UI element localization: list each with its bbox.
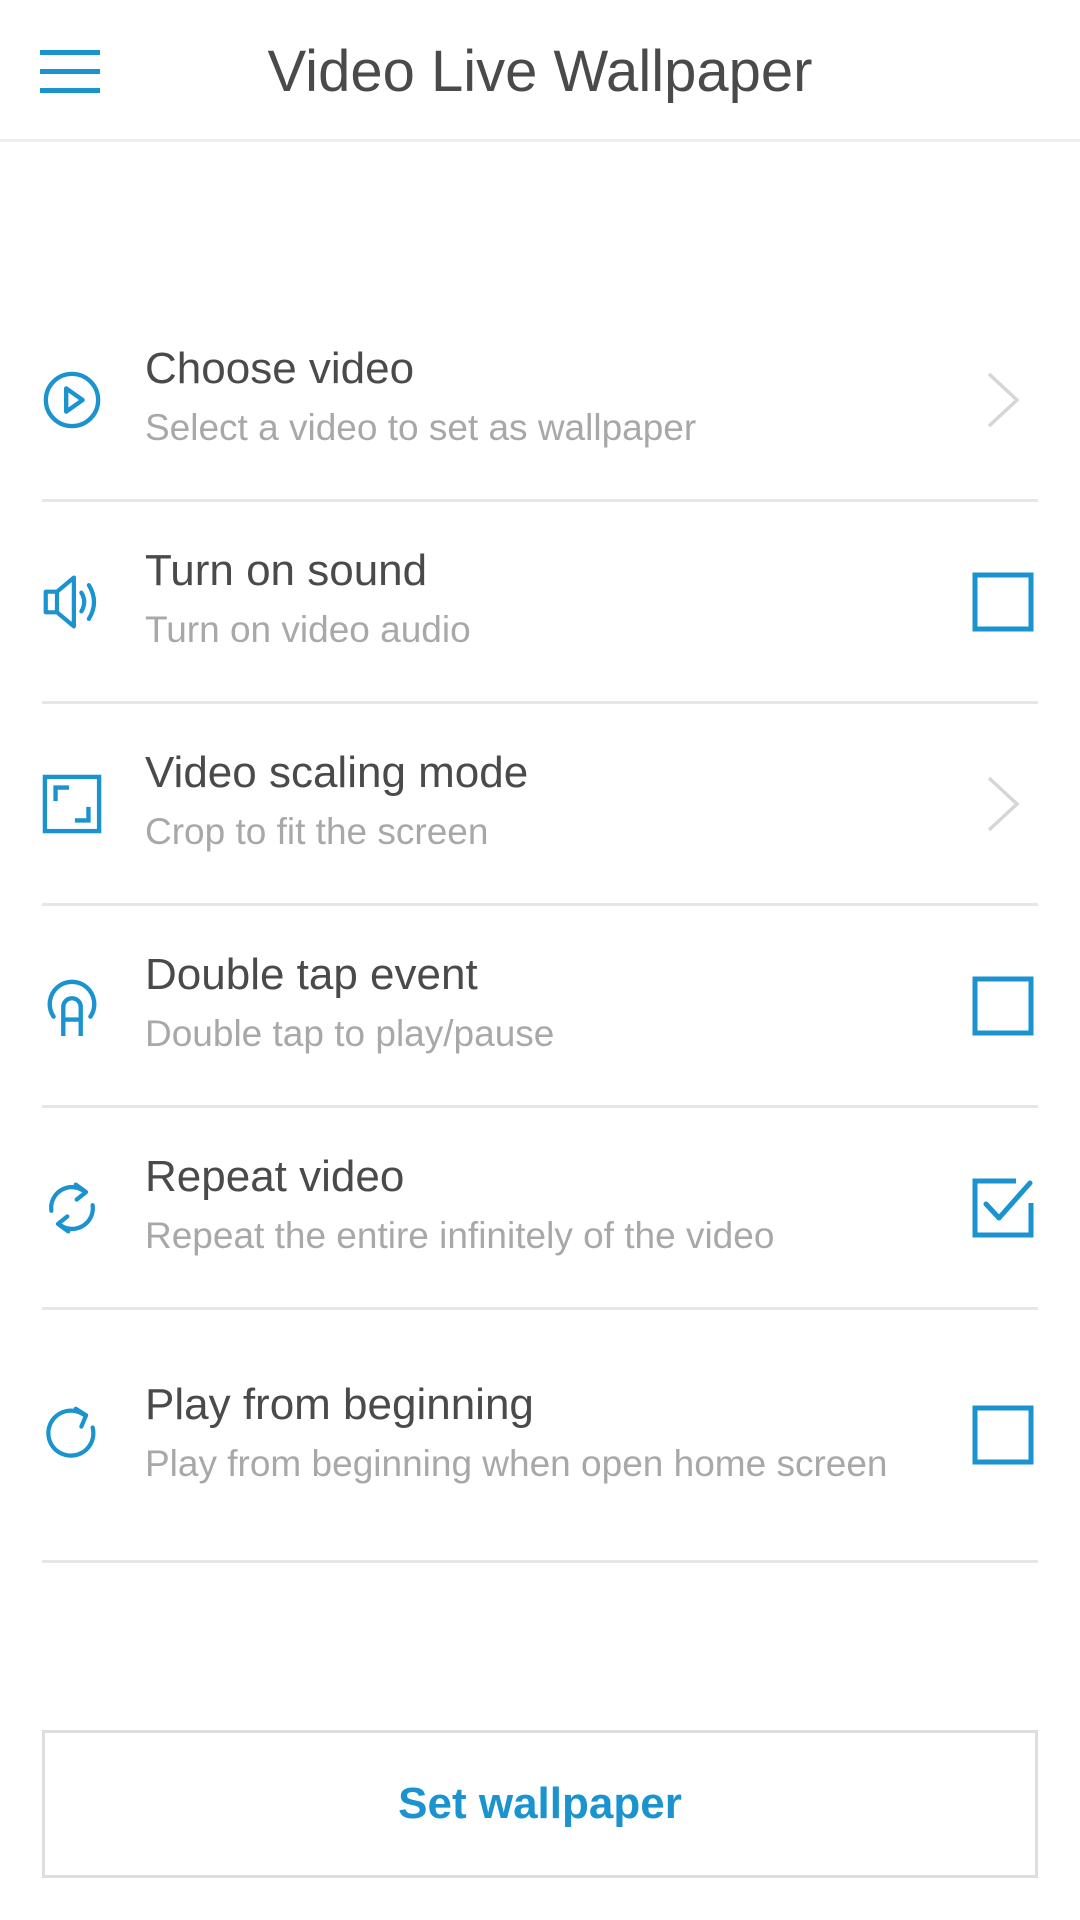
setting-double-tap-event[interactable]: Double tap event Double tap to play/paus…	[42, 906, 1038, 1108]
setting-title: Video scaling mode	[145, 748, 529, 797]
sound-checkbox[interactable]	[968, 502, 1038, 701]
repeat-icon	[42, 1108, 102, 1307]
app-bar: Video Live Wallpaper	[0, 0, 1080, 142]
setting-text: Play from beginning Play from beginning …	[145, 1378, 905, 1488]
setting-subtitle: Crop to fit the screen	[145, 811, 489, 852]
setting-subtitle: Double tap to play/pause	[145, 1013, 555, 1054]
setting-subtitle: Select a video to set as wallpaper	[145, 407, 697, 448]
app-screen: Video Live Wallpaper Choose video Select…	[0, 0, 1080, 1920]
replay-icon	[42, 1310, 102, 1560]
setting-play-from-beginning[interactable]: Play from beginning Play from beginning …	[42, 1310, 1038, 1563]
setting-repeat-video[interactable]: Repeat video Repeat the entire infinitel…	[42, 1108, 1038, 1310]
double-tap-checkbox[interactable]	[968, 906, 1038, 1105]
setting-subtitle: Turn on video audio	[145, 609, 471, 650]
speaker-icon	[42, 502, 102, 701]
setting-subtitle: Repeat the entire infinitely of the vide…	[145, 1215, 775, 1256]
play-from-beginning-checkbox[interactable]	[968, 1310, 1038, 1560]
setting-title: Choose video	[145, 344, 415, 393]
setting-text: Repeat video Repeat the entire infinitel…	[145, 1150, 905, 1260]
setting-video-scaling-mode[interactable]: Video scaling mode Crop to fit the scree…	[42, 704, 1038, 906]
setting-title: Turn on sound	[145, 546, 428, 595]
set-wallpaper-button[interactable]: Set wallpaper	[42, 1730, 1038, 1878]
setting-title: Double tap event	[145, 950, 478, 999]
chevron-right-icon[interactable]	[968, 300, 1038, 499]
setting-choose-video[interactable]: Choose video Select a video to set as wa…	[42, 300, 1038, 502]
repeat-checkbox[interactable]	[968, 1108, 1038, 1307]
chevron-right-icon[interactable]	[968, 704, 1038, 903]
setting-title: Repeat video	[145, 1152, 405, 1201]
settings-list: Choose video Select a video to set as wa…	[42, 300, 1038, 1563]
setting-turn-on-sound[interactable]: Turn on sound Turn on video audio	[42, 502, 1038, 704]
setting-text: Double tap event Double tap to play/paus…	[145, 948, 905, 1058]
double-tap-icon	[42, 906, 102, 1105]
scaling-frame-icon	[42, 704, 102, 903]
setting-subtitle: Play from beginning when open home scree…	[145, 1443, 888, 1484]
page-title: Video Live Wallpaper	[267, 39, 813, 104]
setting-text: Turn on sound Turn on video audio	[145, 544, 905, 654]
setting-text: Video scaling mode Crop to fit the scree…	[145, 746, 905, 856]
setting-text: Choose video Select a video to set as wa…	[145, 342, 905, 452]
setting-title: Play from beginning	[145, 1380, 534, 1429]
play-circle-icon	[42, 300, 102, 499]
